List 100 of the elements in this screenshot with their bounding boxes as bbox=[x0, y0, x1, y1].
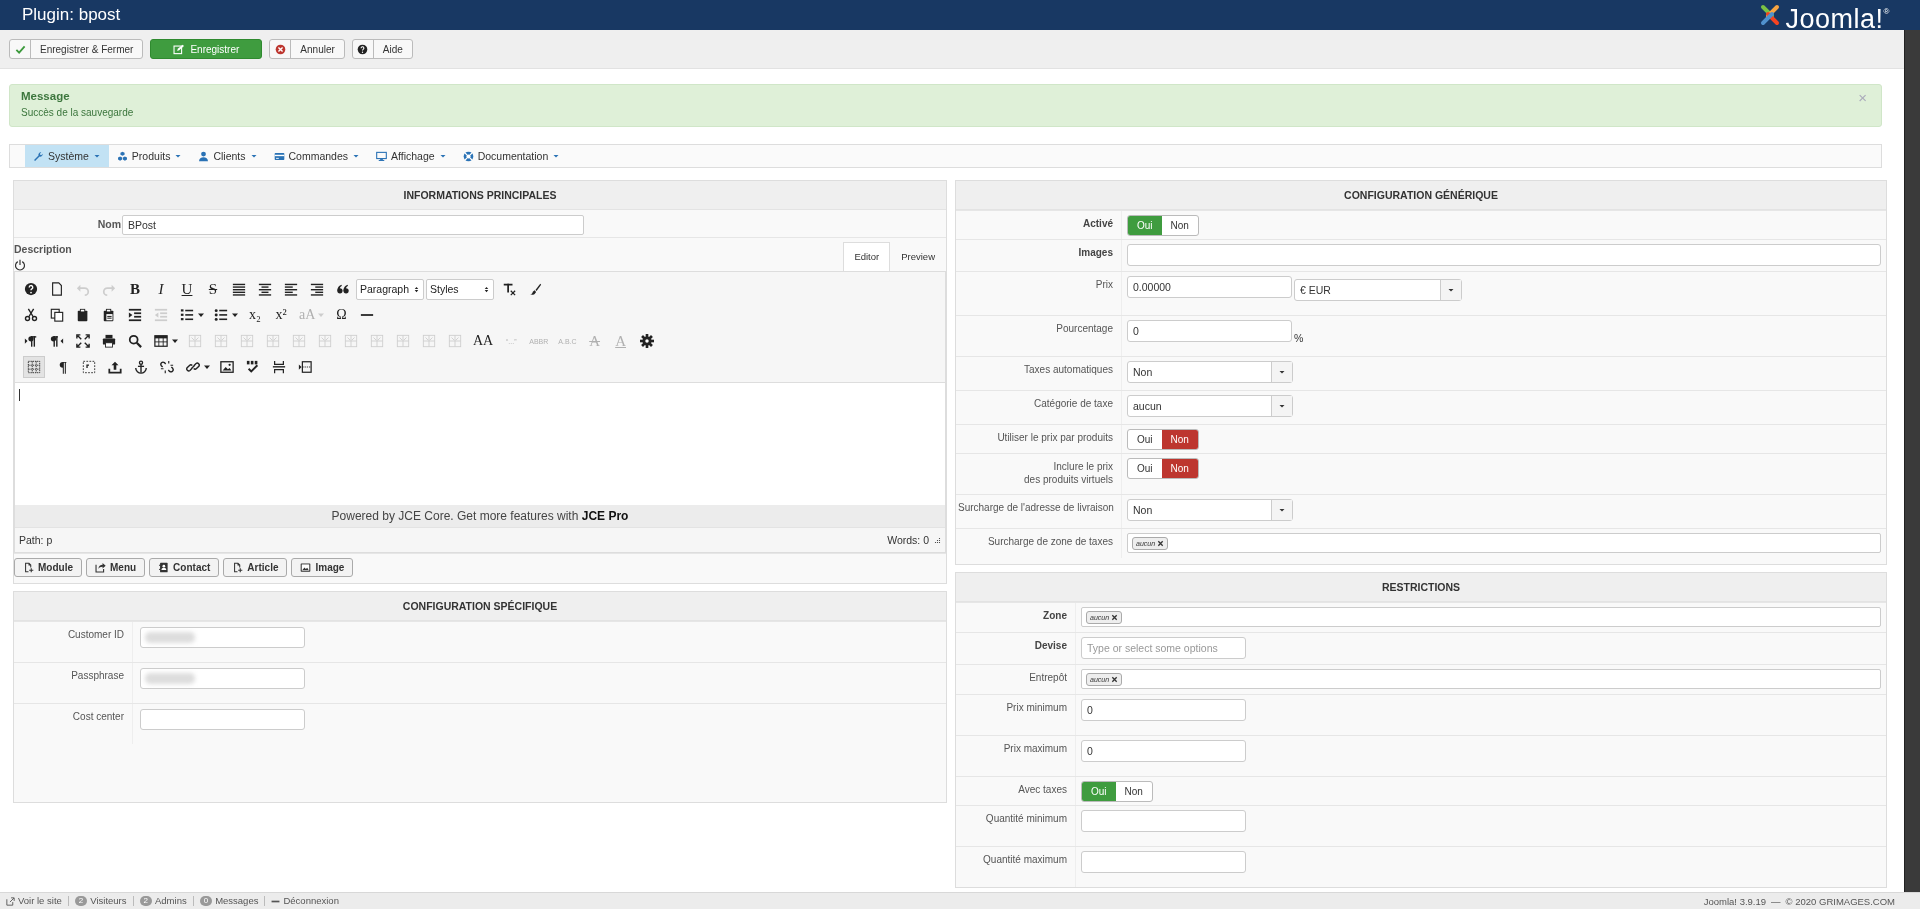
editor-tab[interactable]: Editor bbox=[843, 242, 891, 271]
editor-tab[interactable]: Preview bbox=[890, 242, 946, 271]
format-select[interactable]: Paragraph bbox=[356, 278, 424, 300]
help-icon[interactable] bbox=[24, 282, 38, 296]
format-button[interactable]: x₂ bbox=[242, 304, 268, 326]
resize-grip-icon[interactable] bbox=[933, 536, 941, 544]
status-link[interactable]: Déconnexion bbox=[283, 896, 339, 906]
credit-card-icon bbox=[273, 150, 285, 162]
caret-icon[interactable] bbox=[231, 311, 239, 319]
format-select[interactable]: Styles bbox=[426, 278, 494, 300]
dropdown[interactable]: aucun bbox=[1127, 395, 1293, 417]
menu-item[interactable]: Clients bbox=[190, 145, 266, 167]
dropdown[interactable]: Non bbox=[1127, 361, 1293, 383]
italic-button[interactable]: I bbox=[148, 278, 174, 300]
toggle-option[interactable]: Non bbox=[1115, 782, 1152, 801]
insert-button[interactable]: Module bbox=[14, 558, 82, 577]
format-button[interactable]: x² bbox=[268, 304, 294, 326]
separator: — bbox=[1771, 895, 1781, 907]
external-link-icon[interactable] bbox=[6, 896, 15, 906]
page-break-icon[interactable] bbox=[272, 360, 286, 374]
caret-icon[interactable] bbox=[197, 311, 205, 319]
indent-icon[interactable] bbox=[128, 308, 142, 322]
insert-button[interactable]: Image bbox=[291, 558, 354, 577]
format-button[interactable]: AA bbox=[468, 330, 499, 352]
toggle-option[interactable]: Non bbox=[1161, 216, 1198, 235]
toolbar-button[interactable]: Enregistrer & Fermer bbox=[9, 39, 144, 59]
strikethrough-button[interactable]: S bbox=[200, 278, 226, 300]
align-right-icon[interactable] bbox=[310, 282, 324, 296]
caret-icon[interactable] bbox=[203, 363, 211, 371]
numbered-list-icon[interactable] bbox=[180, 308, 194, 322]
field-label: Utiliser le prix par produits bbox=[956, 425, 1122, 453]
fullscreen-icon[interactable] bbox=[76, 334, 90, 348]
input-field[interactable] bbox=[1081, 810, 1246, 832]
insert-icon[interactable] bbox=[298, 360, 312, 374]
text-direction-icon[interactable] bbox=[50, 334, 64, 348]
document-icon[interactable] bbox=[50, 282, 64, 296]
scissors-icon[interactable] bbox=[24, 308, 38, 322]
insert-button[interactable]: Menu bbox=[86, 558, 146, 577]
table-icon[interactable] bbox=[154, 334, 168, 348]
toggle-option[interactable]: Non bbox=[1161, 430, 1198, 449]
remove-icon[interactable] bbox=[1111, 675, 1119, 683]
scrollbar[interactable] bbox=[1904, 30, 1920, 892]
menu-item[interactable]: Commandes bbox=[265, 145, 369, 167]
life-ring-icon bbox=[462, 150, 474, 162]
remove-icon[interactable] bbox=[1111, 613, 1119, 621]
menu-item[interactable]: Produits bbox=[108, 145, 191, 167]
toolbar-button[interactable]: Annuler bbox=[269, 39, 345, 59]
dropdown[interactable]: Non bbox=[1127, 499, 1293, 521]
printer-icon[interactable] bbox=[102, 334, 116, 348]
bold-button[interactable]: ¶ bbox=[50, 356, 76, 378]
input-field[interactable]: 0 bbox=[1081, 740, 1246, 762]
grid-icon[interactable] bbox=[23, 356, 45, 378]
toolbar-button[interactable]: Aide bbox=[351, 39, 413, 59]
input-field[interactable] bbox=[1127, 244, 1881, 266]
input-field[interactable]: 0 bbox=[1127, 320, 1292, 342]
clear-format-icon[interactable] bbox=[502, 282, 516, 296]
toggle-option[interactable]: Oui bbox=[1128, 459, 1162, 478]
spellcheck-icon[interactable] bbox=[246, 360, 260, 374]
link-icon[interactable] bbox=[186, 360, 200, 374]
gear-icon[interactable] bbox=[639, 334, 654, 348]
menu-item[interactable]: Documentation bbox=[454, 145, 569, 167]
currency-dropdown[interactable]: € EUR bbox=[1294, 279, 1462, 301]
text-direction-icon[interactable] bbox=[24, 334, 38, 348]
clipboard-text-icon[interactable] bbox=[102, 308, 116, 322]
search-icon[interactable] bbox=[128, 334, 142, 348]
insert-button[interactable]: Article bbox=[223, 558, 288, 577]
toggle-option[interactable]: Non bbox=[1161, 459, 1198, 478]
power-icon[interactable] bbox=[14, 259, 26, 271]
menu-item[interactable]: Système bbox=[25, 145, 109, 167]
input-field[interactable]: 0 bbox=[1081, 699, 1246, 721]
input-field[interactable] bbox=[140, 709, 305, 730]
status-link[interactable]: Voir le site bbox=[18, 896, 62, 906]
anchor-icon[interactable] bbox=[134, 360, 148, 374]
input-field[interactable]: Type or select some options bbox=[1081, 637, 1246, 659]
input-field[interactable] bbox=[1081, 851, 1246, 873]
brush-icon[interactable] bbox=[528, 282, 542, 296]
field-label: Devise bbox=[956, 633, 1076, 664]
align-justify-icon[interactable] bbox=[232, 282, 246, 296]
image-icon[interactable] bbox=[220, 360, 234, 374]
word-count: Words: 0 bbox=[887, 534, 929, 546]
underline-button[interactable]: U bbox=[174, 278, 200, 300]
caret-icon[interactable] bbox=[171, 337, 179, 345]
align-left-icon[interactable] bbox=[284, 282, 298, 296]
clipboard-icon[interactable] bbox=[76, 308, 90, 322]
caret-icon bbox=[92, 152, 101, 160]
remove-icon[interactable] bbox=[1157, 539, 1165, 547]
name-field[interactable]: BPost bbox=[122, 214, 584, 235]
toggle-option[interactable]: Oui bbox=[1128, 430, 1162, 449]
bold-button[interactable]: B bbox=[122, 278, 148, 300]
quote-icon[interactable] bbox=[336, 282, 350, 296]
upload-icon[interactable] bbox=[108, 360, 122, 374]
insert-button[interactable]: Contact bbox=[149, 558, 220, 577]
bullet-list-icon[interactable] bbox=[214, 308, 228, 322]
menu-item[interactable]: Affichage bbox=[368, 145, 455, 167]
copy-icon[interactable] bbox=[50, 308, 64, 322]
format-button[interactable]: Ω bbox=[328, 304, 355, 326]
dashed-box-icon[interactable] bbox=[82, 360, 96, 374]
input-field[interactable]: 0.00000 bbox=[1127, 276, 1292, 298]
align-center-icon[interactable] bbox=[258, 282, 272, 296]
broken-link-icon[interactable] bbox=[160, 360, 174, 374]
